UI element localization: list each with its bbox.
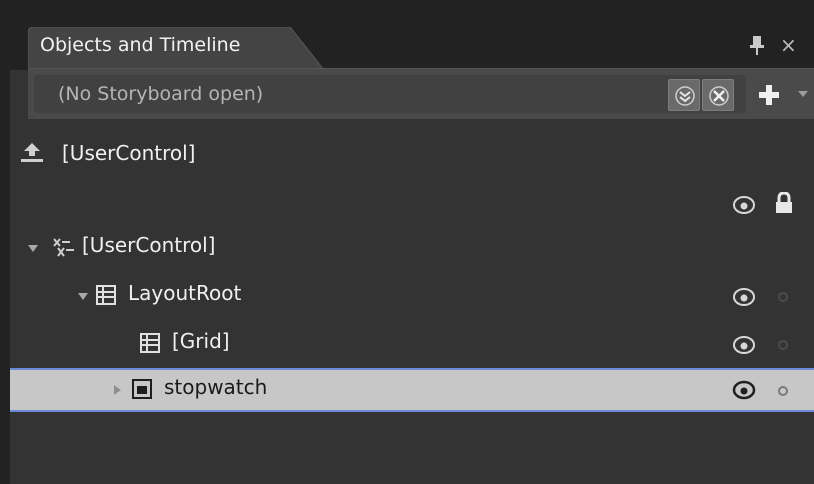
storyboard-label: (No Storyboard open) xyxy=(58,83,264,105)
panel-tabstrip: Objects and Timeline × xyxy=(10,10,814,70)
scope-row[interactable]: [UserControl] xyxy=(10,134,814,178)
dropdown-arrow-icon[interactable] xyxy=(798,91,808,97)
grid-icon xyxy=(140,333,160,353)
scope-up-icon[interactable] xyxy=(20,142,44,164)
tree-item-stopwatch[interactable]: stopwatch xyxy=(10,368,814,412)
close-icon[interactable]: × xyxy=(780,32,797,58)
visibility-eye-icon[interactable] xyxy=(732,379,756,401)
scope-label: [UserControl] xyxy=(62,141,196,165)
storyboard-picker[interactable]: (No Storyboard open) xyxy=(34,75,746,113)
element-icon xyxy=(132,379,152,399)
lock-toggle-dot[interactable] xyxy=(778,386,788,396)
tree-item-label: [Grid] xyxy=(172,329,230,353)
tree-item-label: LayoutRoot xyxy=(128,281,242,305)
close-storyboard-icon xyxy=(709,86,729,106)
usercontrol-icon xyxy=(53,238,74,257)
panel-title: Objects and Timeline xyxy=(40,34,241,56)
lock-toggle-dot[interactable] xyxy=(778,340,788,350)
collapse-arrow-icon[interactable] xyxy=(78,293,88,300)
lock-toggle-dot[interactable] xyxy=(778,292,788,302)
tree-item-usercontrol[interactable]: [UserControl] xyxy=(10,226,814,270)
collapse-arrow-icon[interactable] xyxy=(28,245,38,252)
tree-item-layoutroot[interactable]: LayoutRoot xyxy=(10,274,814,318)
visibility-eye-icon[interactable] xyxy=(732,286,756,308)
lock-icon[interactable] xyxy=(774,192,794,214)
expand-all-icon xyxy=(675,86,695,106)
tree-item-grid[interactable]: [Grid] xyxy=(10,322,814,366)
visibility-eye-icon[interactable] xyxy=(732,194,756,216)
expand-all-button[interactable] xyxy=(668,79,700,111)
tree-item-label: stopwatch xyxy=(164,375,268,399)
pin-icon[interactable] xyxy=(748,35,766,57)
close-storyboard-button[interactable] xyxy=(702,79,734,111)
tree-item-label: [UserControl] xyxy=(82,233,216,257)
expand-arrow-icon[interactable] xyxy=(114,385,121,395)
new-storyboard-icon[interactable] xyxy=(755,81,783,109)
storyboard-bar: (No Storyboard open) xyxy=(28,68,814,119)
grid-icon xyxy=(96,285,116,305)
objects-timeline-panel: Objects and Timeline × (No Storyboard op… xyxy=(10,10,814,484)
visibility-eye-icon[interactable] xyxy=(732,334,756,356)
